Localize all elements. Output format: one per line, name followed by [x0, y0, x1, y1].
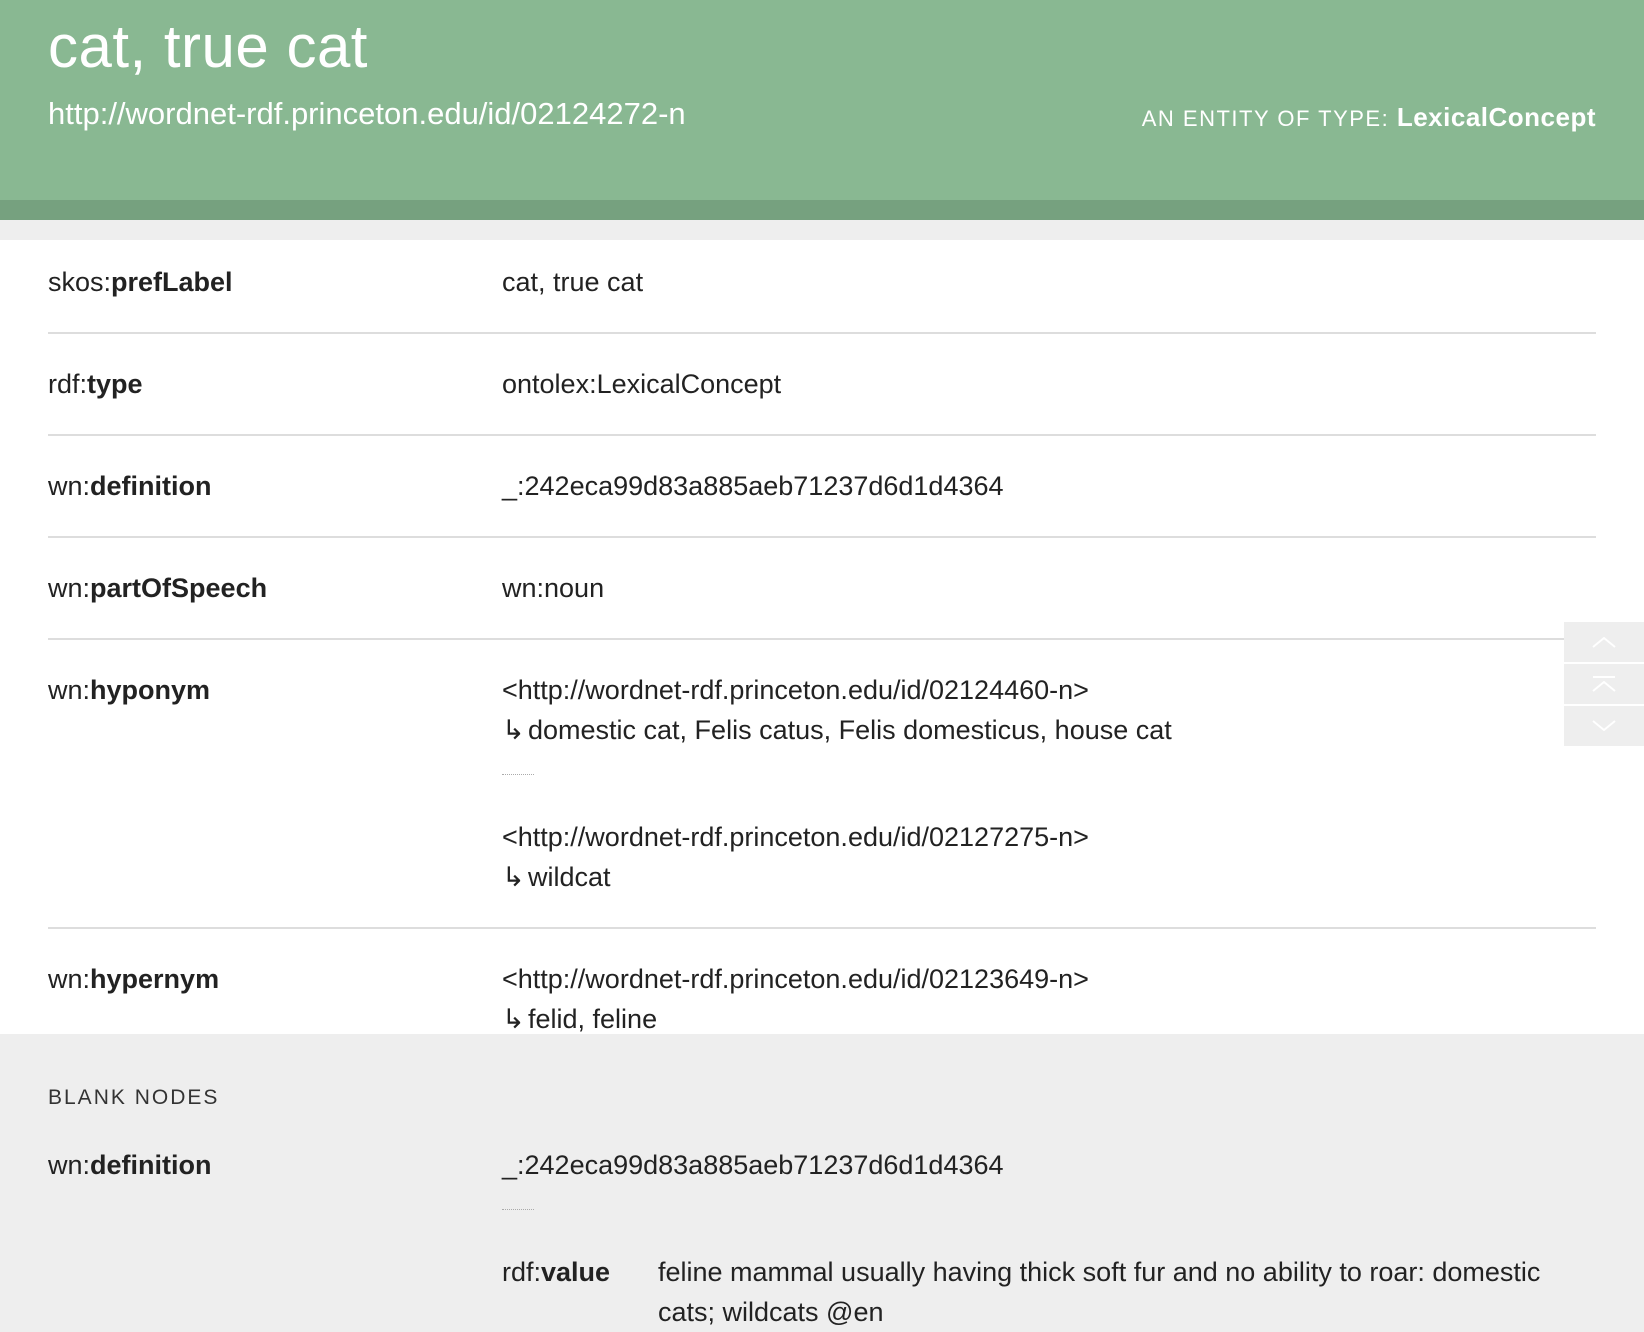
- property-values: _:242eca99d83a885aeb71237d6d1d4364: [502, 466, 1596, 506]
- return-arrow-icon: ↳: [502, 1004, 525, 1034]
- property-prefix: skos:: [48, 267, 112, 297]
- resource-label-text: felid, feline: [528, 1004, 658, 1034]
- property-value-link[interactable]: <http://wordnet-rdf.princeton.edu/id/021…: [502, 822, 1089, 852]
- resource-label: ↳ domestic cat, Felis catus, Felis domest…: [502, 710, 1596, 750]
- blank-nodes-title: BLANK NODES: [48, 1086, 220, 1109]
- entity-type-label: AN ENTITY OF TYPE:: [1141, 106, 1397, 131]
- blank-node-values: _:242eca99d83a885aeb71237d6d1d4364 rdf:va…: [502, 1145, 1596, 1332]
- property-local-name: definition: [90, 471, 212, 501]
- property-name[interactable]: wn:definition: [48, 466, 502, 506]
- property-table: skos:prefLabel cat, true cat rdf:type ontol…: [48, 262, 1596, 1099]
- resource-label: ↳ felid, feline: [502, 999, 1596, 1039]
- property-local-name: value: [541, 1257, 611, 1287]
- property-row: skos:prefLabel cat, true cat: [48, 262, 1596, 334]
- property-name[interactable]: rdf:type: [48, 364, 502, 404]
- property-values: wn:noun: [502, 568, 1596, 608]
- scroll-down-button[interactable]: [1564, 706, 1644, 748]
- scroll-nav: [1564, 622, 1644, 748]
- resource-label-text: domestic cat, Felis catus, Felis domesti…: [528, 715, 1172, 745]
- property-values: cat, true cat: [502, 262, 1596, 302]
- property-value: <http://wordnet-rdf.princeton.edu/id/021…: [502, 670, 1596, 750]
- entity-type-value[interactable]: LexicalConcept: [1397, 102, 1596, 132]
- property-value: <http://wordnet-rdf.princeton.edu/id/021…: [502, 817, 1596, 897]
- property-value-link[interactable]: <http://wordnet-rdf.princeton.edu/id/021…: [502, 675, 1089, 705]
- property-values: <http://wordnet-rdf.princeton.edu/id/021…: [502, 670, 1596, 897]
- resource-label: ↳ wildcat: [502, 857, 1596, 897]
- property-prefix: rdf:: [502, 1257, 542, 1287]
- return-arrow-icon: ↳: [502, 715, 525, 745]
- property-row: wn:hyponym <http://wordnet-rdf.princeton.…: [48, 670, 1596, 929]
- property-prefix: wn:: [48, 1150, 91, 1180]
- property-value: wn:noun: [502, 568, 1596, 608]
- property-local-name: hypernym: [90, 964, 220, 994]
- property-local-name: hyponym: [90, 675, 211, 705]
- property-values: ontolex:LexicalConcept: [502, 364, 1596, 404]
- scroll-to-top-button[interactable]: [1564, 664, 1644, 706]
- property-value: ontolex:LexicalConcept: [502, 364, 1596, 404]
- header-gap: [0, 220, 1644, 240]
- property-row: wn:definition _:242eca99d83a885aeb71237d6…: [48, 466, 1596, 538]
- blank-node-property-name[interactable]: wn:definition: [48, 1145, 502, 1332]
- property-row: wn:partOfSpeech wn:noun: [48, 568, 1596, 640]
- property-prefix: wn:: [48, 471, 91, 501]
- resource-label-text: wildcat: [528, 862, 611, 892]
- property-value: cat, true cat: [502, 262, 1596, 302]
- blank-node-id: _:242eca99d83a885aeb71237d6d1d4364: [502, 1150, 1004, 1180]
- blank-node-row: wn:definition _:242eca99d83a885aeb71237d6…: [48, 1145, 1596, 1332]
- value-separator: [502, 774, 534, 775]
- property-values: <http://wordnet-rdf.princeton.edu/id/021…: [502, 959, 1596, 1039]
- blank-nodes-section: BLANK NODES wn:definition _:242eca99d83a8…: [0, 1034, 1644, 1332]
- property-prefix: rdf:: [48, 369, 88, 399]
- value-separator: [502, 1209, 534, 1210]
- property-local-name: prefLabel: [111, 267, 233, 297]
- property-value: <http://wordnet-rdf.princeton.edu/id/021…: [502, 959, 1596, 1039]
- property-prefix: wn:: [48, 964, 91, 994]
- property-value: _:242eca99d83a885aeb71237d6d1d4364: [502, 466, 1596, 506]
- property-prefix: wn:: [48, 573, 91, 603]
- property-name[interactable]: wn:hypernym: [48, 959, 502, 1039]
- page-header: cat, true cat http://wordnet-rdf.princet…: [0, 0, 1644, 200]
- nested-property-name[interactable]: rdf:value: [502, 1252, 658, 1332]
- property-name[interactable]: skos:prefLabel: [48, 262, 502, 302]
- property-local-name: type: [87, 369, 143, 399]
- chevron-down-icon: [1592, 720, 1616, 732]
- property-row: rdf:type ontolex:LexicalConcept: [48, 364, 1596, 436]
- property-local-name: definition: [90, 1150, 212, 1180]
- definition-text: feline mammal usually having thick soft …: [658, 1257, 1541, 1327]
- property-value-link[interactable]: _:242eca99d83a885aeb71237d6d1d4364: [502, 471, 1004, 501]
- return-arrow-icon: ↳: [502, 862, 525, 892]
- property-value-link[interactable]: wn:noun: [502, 573, 604, 603]
- property-value-link[interactable]: cat, true cat: [502, 267, 643, 297]
- entity-uri: http://wordnet-rdf.princeton.edu/id/0212…: [48, 96, 686, 131]
- property-name[interactable]: wn:partOfSpeech: [48, 568, 502, 608]
- page-title: cat, true cat: [48, 13, 368, 80]
- property-name[interactable]: wn:hyponym: [48, 670, 502, 897]
- header-bottom-bar: [0, 200, 1644, 220]
- property-value-link[interactable]: ontolex:LexicalConcept: [502, 369, 781, 399]
- scroll-up-button[interactable]: [1564, 622, 1644, 664]
- entity-type: AN ENTITY OF TYPE: LexicalConcept: [1142, 102, 1596, 133]
- chevron-up-icon: [1592, 636, 1616, 648]
- property-value-link[interactable]: <http://wordnet-rdf.princeton.edu/id/021…: [502, 964, 1089, 994]
- property-local-name: partOfSpeech: [90, 573, 268, 603]
- scroll-to-top-icon: [1592, 676, 1616, 692]
- property-prefix: wn:: [48, 675, 91, 705]
- nested-property: rdf:value feline mammal usually having th…: [502, 1252, 1596, 1332]
